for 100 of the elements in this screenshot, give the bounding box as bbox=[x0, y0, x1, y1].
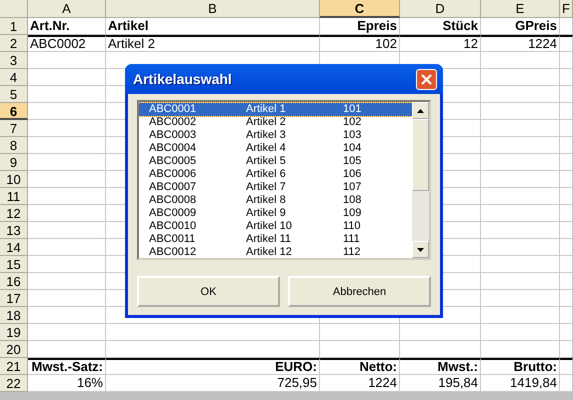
table-cell: 16% bbox=[28, 375, 106, 392]
table-cell: 12 bbox=[400, 35, 481, 52]
list-cell-text: Artikel 3 bbox=[246, 129, 287, 142]
row-header[interactable]: 1 bbox=[0, 18, 28, 35]
list-cell-text: ABC0004 bbox=[149, 142, 198, 155]
table-cell: Mwst.-Satz: bbox=[28, 358, 106, 375]
list-cell-text: 109 bbox=[343, 207, 362, 220]
list-cell-text: ABC0006 bbox=[149, 168, 198, 181]
column-header[interactable]: B bbox=[106, 0, 320, 18]
row-header[interactable]: 3 bbox=[0, 52, 28, 69]
row-header[interactable]: 9 bbox=[0, 154, 28, 171]
table-cell bbox=[560, 341, 573, 358]
scrollbar[interactable] bbox=[412, 102, 429, 258]
table-cell bbox=[560, 205, 573, 222]
dialog-button[interactable]: Abbrechen bbox=[288, 276, 431, 307]
table-cell: 1224 bbox=[320, 375, 400, 392]
list-cell-text: ABC0003 bbox=[149, 129, 198, 142]
table-cell bbox=[560, 273, 573, 290]
list-cell-text: ABC0005 bbox=[149, 155, 198, 168]
table-cell: Art.Nr. bbox=[28, 18, 106, 35]
row-header[interactable]: 19 bbox=[0, 324, 28, 341]
table-cell: EURO: bbox=[106, 358, 320, 375]
row-header[interactable]: 21 bbox=[0, 358, 28, 375]
table-cell: Stück bbox=[400, 18, 481, 35]
table-cell bbox=[560, 69, 573, 86]
table-cell: 1419,84 bbox=[481, 375, 560, 392]
table-cell: GPreis bbox=[481, 18, 560, 35]
table-cell bbox=[560, 222, 573, 239]
close-button[interactable] bbox=[416, 68, 437, 90]
column-header[interactable]: F bbox=[560, 0, 573, 18]
row-header[interactable]: 15 bbox=[0, 256, 28, 273]
list-cell-text: 106 bbox=[343, 168, 362, 181]
row-header[interactable]: 17 bbox=[0, 290, 28, 307]
row-header[interactable]: 14 bbox=[0, 239, 28, 256]
list-cell-text: Artikel 9 bbox=[246, 207, 287, 220]
list-cell-text: 112 bbox=[343, 246, 362, 258]
table-cell bbox=[560, 358, 573, 375]
table-cell: 725,95 bbox=[106, 375, 320, 392]
list-cell-text: Artikel 8 bbox=[246, 194, 287, 207]
list-cell-text: 104 bbox=[343, 142, 362, 155]
table-cell bbox=[560, 171, 573, 188]
table-cell bbox=[560, 256, 573, 273]
column-header[interactable]: D bbox=[400, 0, 481, 18]
row-header[interactable]: 2 bbox=[0, 35, 28, 52]
row-header[interactable]: 16 bbox=[0, 273, 28, 290]
row-header[interactable]: 22 bbox=[0, 375, 28, 392]
list-cell-text: Artikel 4 bbox=[246, 142, 287, 155]
list-cell-text: ABC0002 bbox=[149, 116, 198, 129]
table-cell bbox=[560, 324, 573, 341]
row-header[interactable]: 20 bbox=[0, 341, 28, 358]
table-cell bbox=[560, 188, 573, 205]
table-cell bbox=[560, 290, 573, 307]
row-header[interactable]: 7 bbox=[0, 120, 28, 137]
row-header[interactable]: 6 bbox=[0, 103, 28, 120]
column-header[interactable]: C bbox=[320, 0, 400, 18]
list-cell-text: 105 bbox=[343, 155, 362, 168]
table-cell: Brutto: bbox=[481, 358, 560, 375]
table-cell: 1224 bbox=[481, 35, 560, 52]
dialog-button[interactable]: OK bbox=[137, 276, 280, 307]
list-cell-text: ABC0010 bbox=[149, 220, 198, 233]
list-cell-text: Artikel 11 bbox=[246, 233, 292, 246]
list-cell-text: Artikel 2 bbox=[246, 116, 287, 129]
list-cell-text: Artikel 6 bbox=[246, 168, 287, 181]
table-cell bbox=[560, 103, 573, 120]
table-cell: ABC0002 bbox=[28, 35, 106, 52]
column-header[interactable]: E bbox=[481, 0, 560, 18]
window-title: Artikelauswahl bbox=[133, 71, 232, 87]
list-cell-text: ABC0007 bbox=[149, 181, 198, 194]
list-cell-text: ABC0012 bbox=[149, 246, 198, 258]
scroll-thumb[interactable] bbox=[412, 119, 429, 191]
table-cell bbox=[560, 18, 573, 35]
close-icon bbox=[420, 72, 433, 86]
row-header[interactable]: 12 bbox=[0, 205, 28, 222]
row-header[interactable]: 8 bbox=[0, 137, 28, 154]
list-cell-text: ABC0008 bbox=[149, 194, 198, 207]
list-cell-text: Artikel 5 bbox=[246, 155, 287, 168]
table-cell: 102 bbox=[320, 35, 400, 52]
scroll-down-button[interactable] bbox=[412, 241, 429, 258]
scroll-up-button[interactable] bbox=[412, 102, 429, 119]
list-cell-text: ABC0011 bbox=[149, 233, 196, 246]
up-arrow-icon bbox=[417, 108, 424, 112]
row-header[interactable]: 4 bbox=[0, 69, 28, 86]
table-cell bbox=[560, 52, 573, 69]
table-cell bbox=[560, 35, 573, 52]
list-cell-text: 108 bbox=[343, 194, 362, 207]
list-cell-text: Artikel 12 bbox=[246, 246, 293, 258]
list-cell-text: 102 bbox=[343, 116, 362, 129]
list-cell-text: 111 bbox=[343, 233, 361, 246]
table-cell: Epreis bbox=[320, 18, 400, 35]
list-cell-text: 110 bbox=[343, 220, 362, 233]
table-cell bbox=[560, 137, 573, 154]
list-cell-text: Artikel 1 bbox=[246, 103, 287, 116]
row-header[interactable]: 10 bbox=[0, 171, 28, 188]
row-header[interactable]: 13 bbox=[0, 222, 28, 239]
down-arrow-icon bbox=[417, 248, 424, 252]
row-header[interactable]: 18 bbox=[0, 307, 28, 324]
column-header[interactable]: A bbox=[28, 0, 106, 18]
row-header[interactable]: 11 bbox=[0, 188, 28, 205]
row-header[interactable]: 5 bbox=[0, 86, 28, 103]
list-cell-text: 107 bbox=[343, 181, 362, 194]
